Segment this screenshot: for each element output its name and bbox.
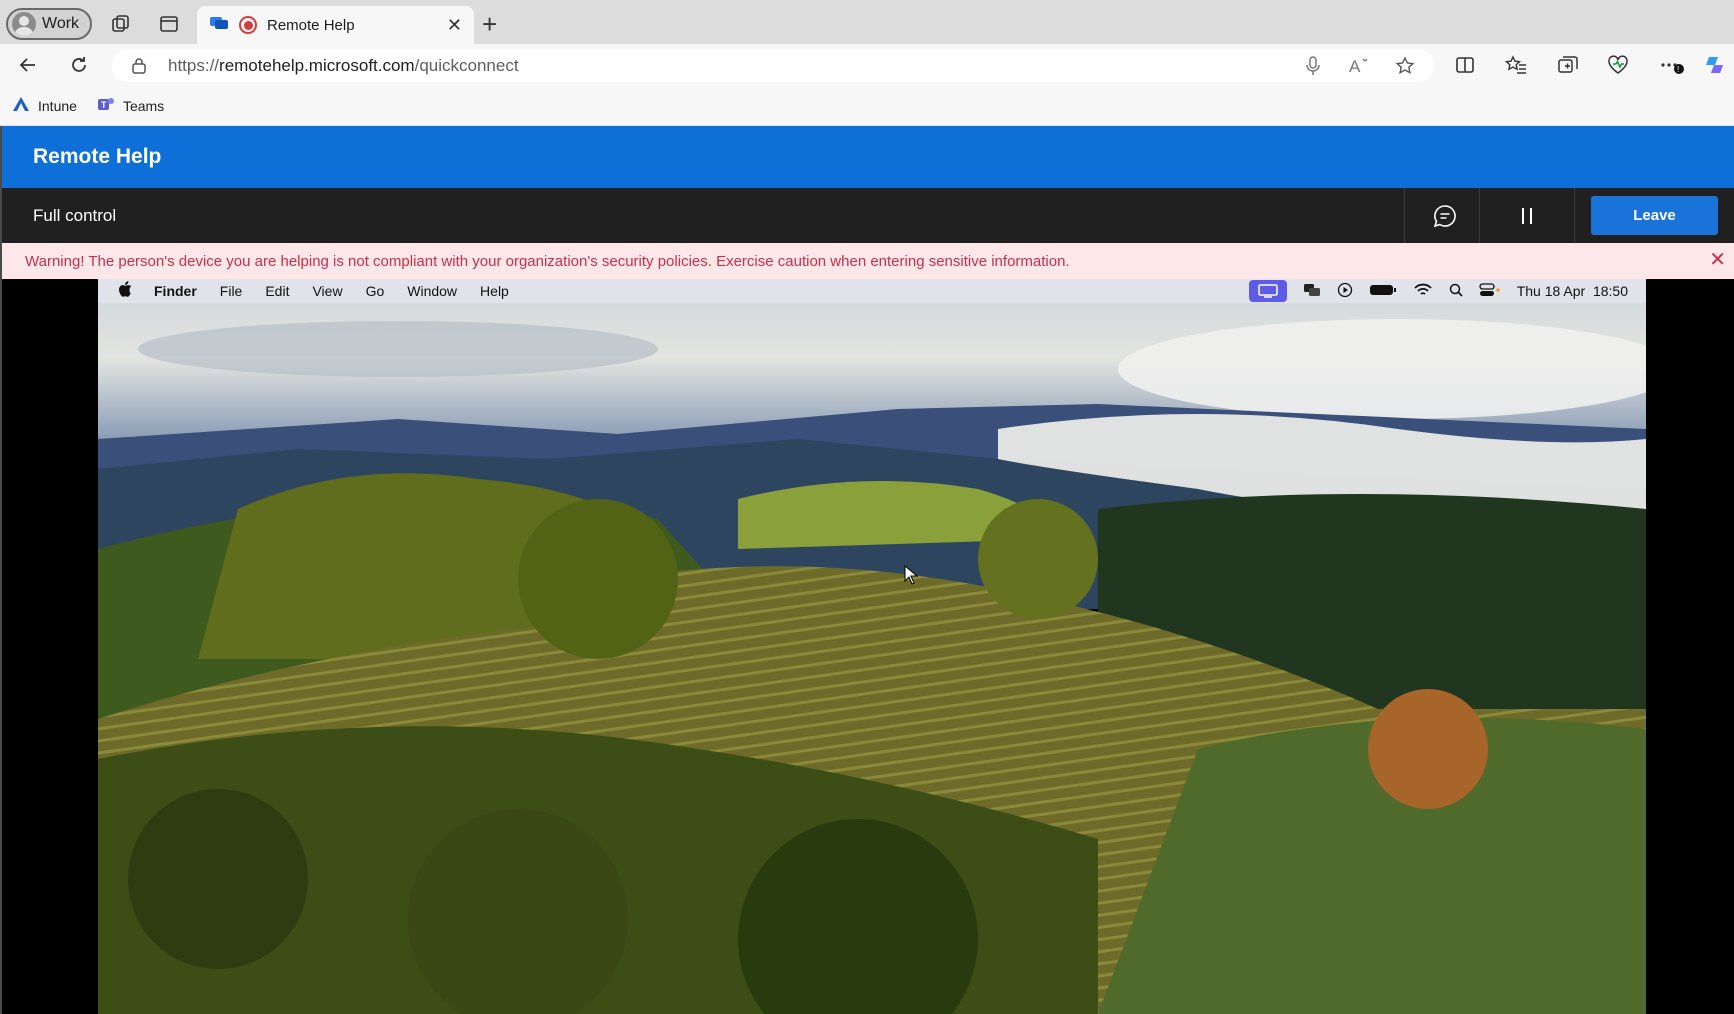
svg-text:!: ! bbox=[1677, 65, 1679, 74]
avatar bbox=[12, 12, 36, 36]
favorite-intune[interactable]: Intune bbox=[12, 96, 77, 115]
microphone-icon[interactable] bbox=[1302, 55, 1324, 77]
remote-help-app: Remote Help Full control Leave Warning! … bbox=[0, 126, 1734, 1014]
divider bbox=[1574, 188, 1575, 243]
compliance-warning-banner: Warning! The person's device you are hel… bbox=[2, 243, 1734, 279]
tab-actions-icon[interactable] bbox=[155, 10, 183, 38]
tab-title: Remote Help bbox=[267, 16, 355, 34]
menu-help[interactable]: Help bbox=[480, 283, 509, 299]
lock-icon[interactable] bbox=[132, 57, 146, 79]
menu-finder[interactable]: Finder bbox=[154, 283, 197, 299]
control-mode-label: Full control bbox=[33, 206, 117, 225]
play-icon[interactable] bbox=[1337, 282, 1353, 301]
battery-icon[interactable] bbox=[1369, 283, 1397, 300]
leave-button[interactable]: Leave bbox=[1591, 196, 1718, 235]
divider bbox=[1404, 188, 1405, 243]
warning-text: Warning! The person's device you are hel… bbox=[25, 253, 1070, 270]
address-bar[interactable]: https://remotehelp.microsoft.com/quickco… bbox=[112, 49, 1434, 82]
favorite-teams[interactable]: T Teams bbox=[97, 96, 164, 115]
screen-sharing-icon[interactable] bbox=[1248, 280, 1287, 302]
close-tab-icon[interactable]: ✕ bbox=[447, 15, 462, 36]
svg-text:A: A bbox=[1349, 57, 1361, 76]
remote-cursor-icon bbox=[904, 564, 919, 590]
remote-help-status-icon[interactable] bbox=[1303, 282, 1321, 301]
desktop-wallpaper bbox=[98, 279, 1646, 1014]
favorite-star-icon[interactable] bbox=[1394, 55, 1416, 77]
menu-window[interactable]: Window bbox=[407, 283, 457, 299]
wifi-icon[interactable] bbox=[1413, 282, 1433, 301]
intune-icon bbox=[12, 96, 30, 115]
favorite-label: Intune bbox=[38, 97, 77, 114]
remote-screen[interactable]: Finder File Edit View Go Window Help Thu… bbox=[98, 279, 1646, 1014]
menu-edit[interactable]: Edit bbox=[265, 283, 289, 299]
refresh-icon[interactable] bbox=[66, 52, 92, 78]
divider bbox=[1479, 188, 1480, 243]
favorites-icon[interactable] bbox=[1503, 52, 1529, 78]
favorite-label: Teams bbox=[122, 97, 165, 114]
back-icon[interactable] bbox=[15, 52, 41, 78]
menu-view[interactable]: View bbox=[312, 283, 342, 299]
app-title: Remote Help bbox=[2, 126, 1734, 188]
control-center-icon[interactable] bbox=[1479, 282, 1501, 300]
chat-icon[interactable] bbox=[1430, 201, 1460, 231]
profile-label: Work bbox=[42, 15, 80, 32]
close-warning-icon[interactable]: ✕ bbox=[1709, 250, 1726, 270]
apple-icon[interactable] bbox=[118, 280, 132, 302]
browser-tab-strip: Work Remote Help ✕ + bbox=[0, 0, 1734, 44]
svg-text:T: T bbox=[101, 100, 107, 110]
session-control-bar: Full control Leave bbox=[2, 188, 1734, 243]
mac-menu-bar: Finder File Edit View Go Window Help Thu… bbox=[98, 279, 1646, 303]
profile-button[interactable]: Work bbox=[6, 8, 92, 40]
copilot-icon[interactable] bbox=[1703, 52, 1729, 78]
menu-file[interactable]: File bbox=[220, 283, 243, 299]
spotlight-search-icon[interactable] bbox=[1449, 283, 1463, 300]
favorites-bar: Intune T Teams bbox=[0, 86, 1734, 126]
read-aloud-icon[interactable]: A bbox=[1348, 55, 1370, 77]
tab-remote-help[interactable]: Remote Help ✕ bbox=[197, 6, 474, 44]
workspaces-icon[interactable] bbox=[107, 10, 135, 38]
split-screen-icon[interactable] bbox=[1452, 52, 1478, 78]
recording-icon bbox=[239, 16, 257, 34]
browser-toolbar: https://remotehelp.microsoft.com/quickco… bbox=[0, 44, 1734, 86]
url-text: https://remotehelp.microsoft.com/quickco… bbox=[168, 56, 519, 75]
remote-help-favicon bbox=[209, 15, 229, 35]
browser-essentials-icon[interactable] bbox=[1605, 52, 1631, 78]
collections-icon[interactable] bbox=[1555, 52, 1581, 78]
menu-go[interactable]: Go bbox=[366, 283, 385, 299]
new-tab-icon[interactable]: + bbox=[482, 10, 497, 38]
pause-icon[interactable] bbox=[1512, 201, 1542, 231]
menu-bar-status-area: Thu 18 Apr 18:50 bbox=[1248, 279, 1628, 303]
teams-icon: T bbox=[97, 96, 115, 115]
more-options-icon[interactable]: ! bbox=[1659, 52, 1685, 78]
menu-bar-clock[interactable]: Thu 18 Apr 18:50 bbox=[1517, 283, 1628, 299]
